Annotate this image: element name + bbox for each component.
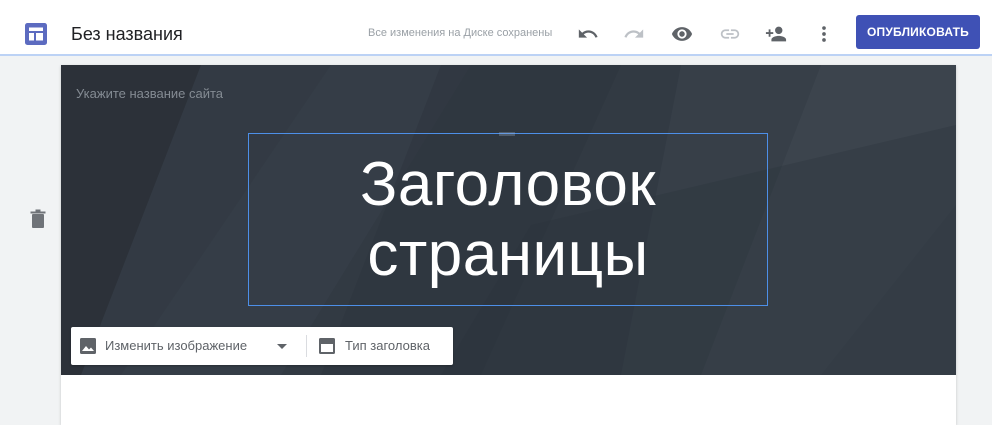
page-title-textbox[interactable]: Заголовок страницы <box>248 132 768 306</box>
redo-button[interactable] <box>622 22 646 46</box>
link-icon <box>720 29 740 39</box>
copy-link-button[interactable] <box>718 22 742 46</box>
share-button[interactable] <box>764 22 788 46</box>
change-image-label: Изменить изображение <box>105 338 248 353</box>
page-title-line-2: страницы <box>367 219 649 289</box>
share-icon <box>765 26 787 42</box>
header-type-icon <box>319 338 335 354</box>
page-title-line-1: Заголовок <box>359 149 656 219</box>
site-name-placeholder[interactable]: Укажите название сайта <box>76 86 223 102</box>
header-type-label: Тип заголовка <box>345 338 430 353</box>
drag-handle-icon[interactable] <box>499 132 515 136</box>
header-type-button[interactable]: Тип заголовка <box>307 327 453 365</box>
undo-icon <box>578 29 598 38</box>
preview-icon <box>671 27 693 41</box>
document-title[interactable]: Без названия <box>71 22 183 46</box>
dropdown-arrow-icon <box>277 344 287 349</box>
top-app-bar: Без названия Все изменения на Диске сохр… <box>0 0 992 56</box>
publish-button[interactable]: ОПУБЛИКОВАТЬ <box>856 15 980 49</box>
redo-icon <box>624 29 644 38</box>
undo-button[interactable] <box>576 22 600 46</box>
page-header-section[interactable]: Укажите название сайта Заголовок страниц… <box>61 65 956 375</box>
save-status: Все изменения на Диске сохранены <box>368 27 553 39</box>
header-toolbar: Изменить изображение Тип заголовка <box>71 327 453 365</box>
sites-layout-icon[interactable] <box>25 23 47 45</box>
image-icon <box>80 338 96 354</box>
more-options-button[interactable] <box>812 22 836 46</box>
more-vert-icon <box>822 26 826 42</box>
trash-icon[interactable] <box>29 209 47 229</box>
page-canvas: Укажите название сайта Заголовок страниц… <box>61 65 956 425</box>
preview-button[interactable] <box>670 22 694 46</box>
change-image-button[interactable]: Изменить изображение <box>71 327 303 365</box>
